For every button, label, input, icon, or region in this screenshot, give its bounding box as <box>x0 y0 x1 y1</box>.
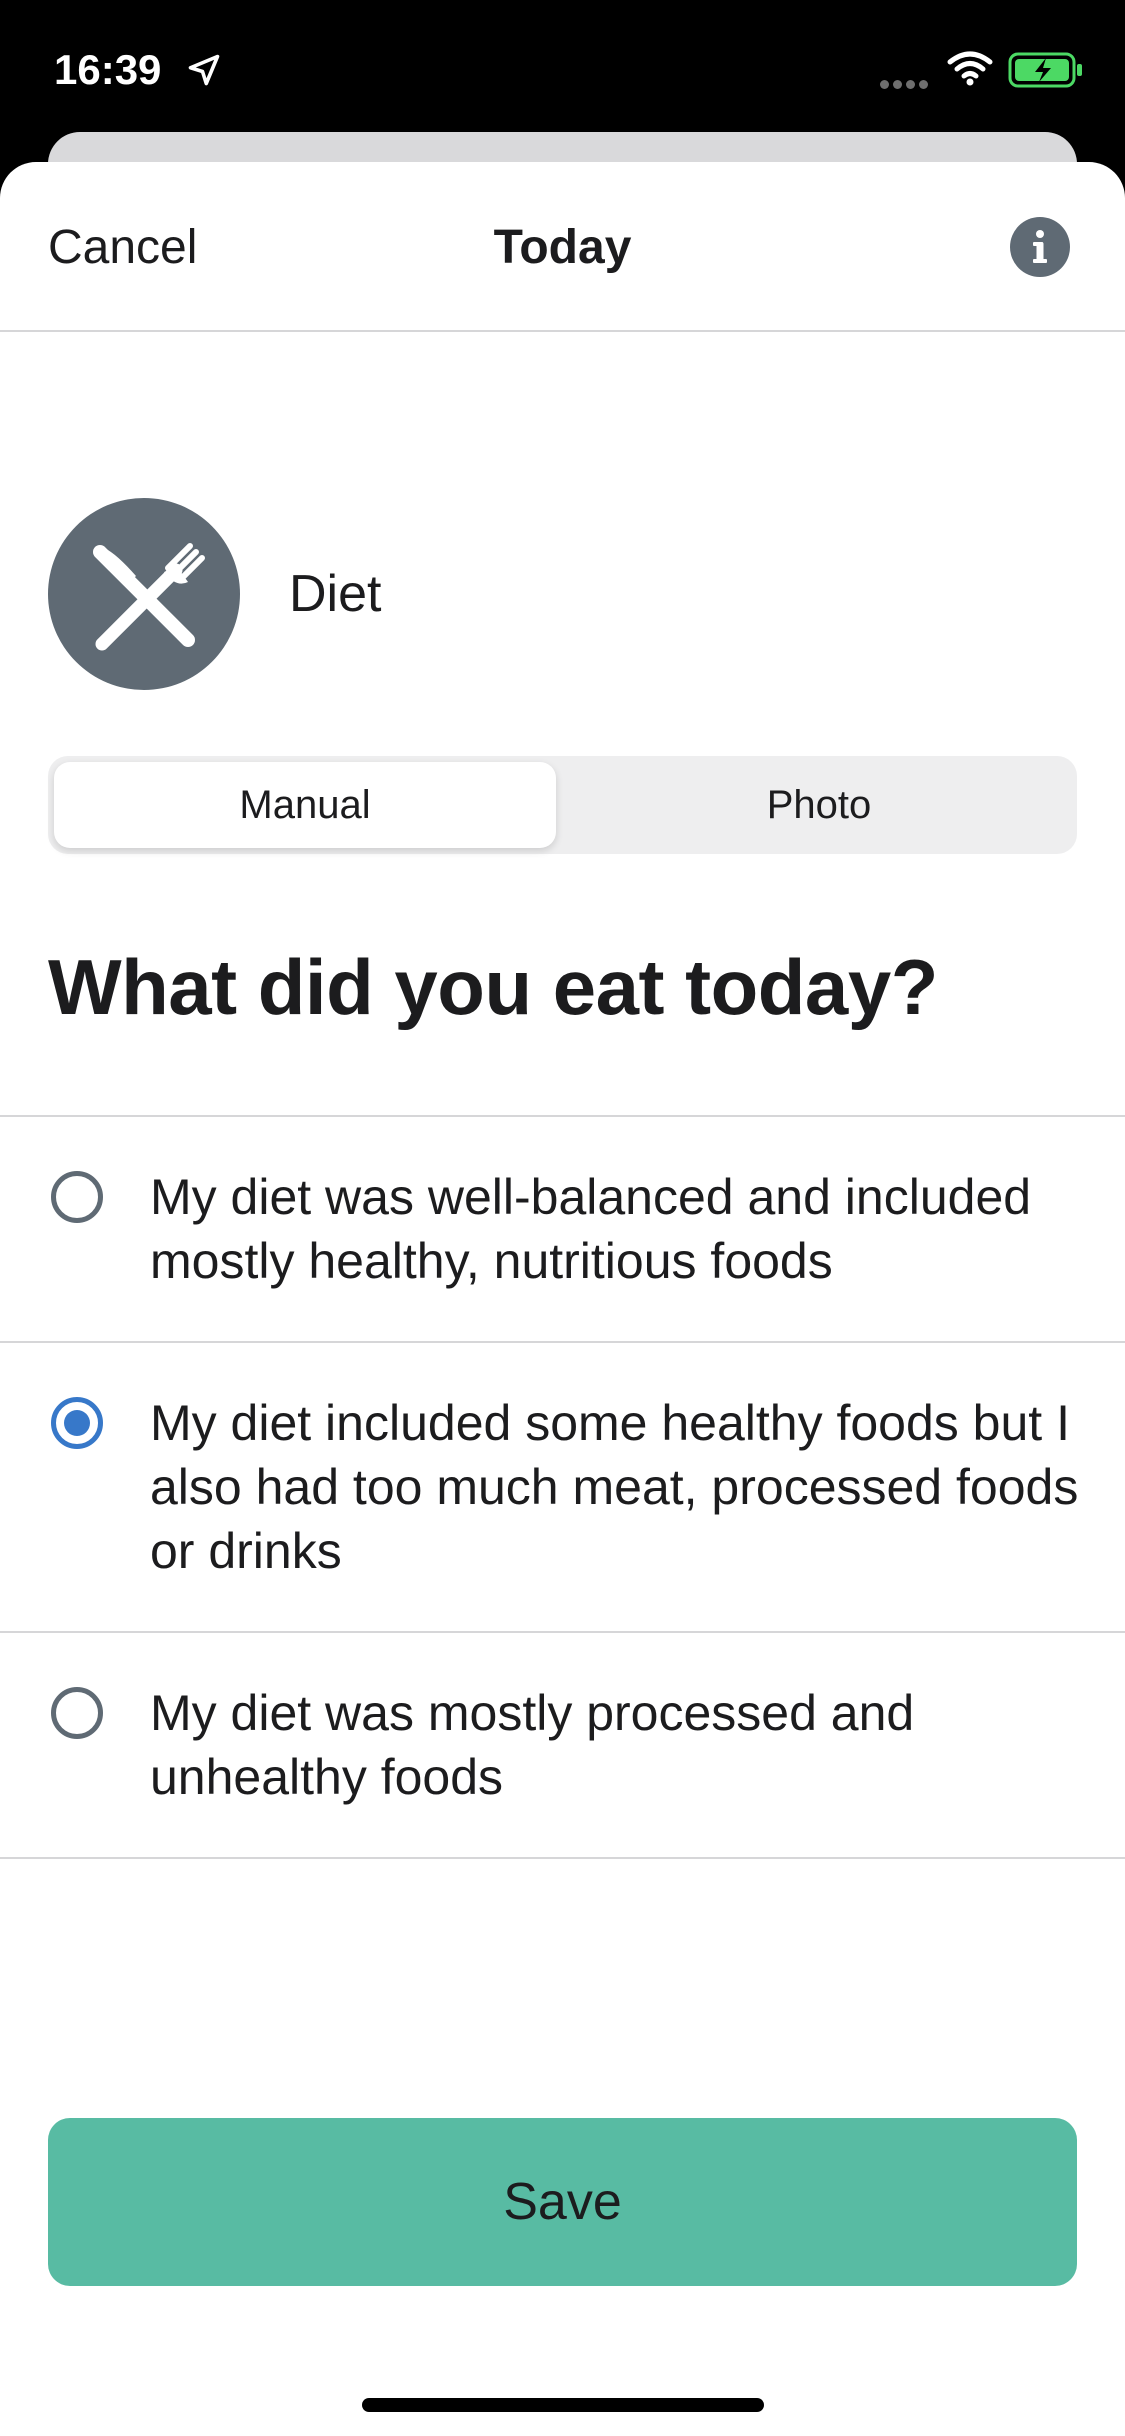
answer-option-well-balanced[interactable]: My diet was well-balanced and included m… <box>0 1115 1125 1341</box>
radio-checked-icon[interactable] <box>51 1397 103 1449</box>
nav-bar: Cancel Today <box>0 162 1125 332</box>
cancel-button[interactable]: Cancel <box>48 220 197 275</box>
fork-knife-icon <box>93 543 205 651</box>
wifi-icon <box>947 51 993 86</box>
info-button[interactable] <box>1010 217 1070 277</box>
answer-option-text: My diet was mostly processed and unhealt… <box>150 1685 915 1805</box>
category-label: Diet <box>289 565 382 623</box>
home-indicator <box>362 2398 764 2412</box>
category-icon-badge <box>48 498 240 690</box>
location-arrow-icon <box>188 54 220 86</box>
segment-photo[interactable]: Photo <box>568 762 1070 848</box>
answer-options-list: My diet was well-balanced and included m… <box>0 1115 1125 1859</box>
answer-option-text: My diet included some healthy foods but … <box>150 1395 1079 1579</box>
status-time: 16:39 <box>54 46 162 93</box>
signal-icon <box>880 76 932 94</box>
answer-option-text: My diet was well-balanced and included m… <box>150 1169 1032 1289</box>
radio-unchecked-icon[interactable] <box>51 1687 103 1739</box>
answer-option-mostly-processed[interactable]: My diet was mostly processed and unhealt… <box>0 1631 1125 1859</box>
info-icon <box>1033 230 1047 263</box>
radio-unchecked-icon[interactable] <box>51 1171 103 1223</box>
segment-manual[interactable]: Manual <box>54 762 556 848</box>
battery-charging-icon <box>1008 52 1082 88</box>
answer-option-some-healthy[interactable]: My diet included some healthy foods but … <box>0 1341 1125 1631</box>
question-heading: What did you eat today? <box>48 943 938 1031</box>
save-button[interactable]: Save <box>48 2118 1077 2286</box>
input-mode-segmented-control: Manual Photo <box>48 756 1077 854</box>
